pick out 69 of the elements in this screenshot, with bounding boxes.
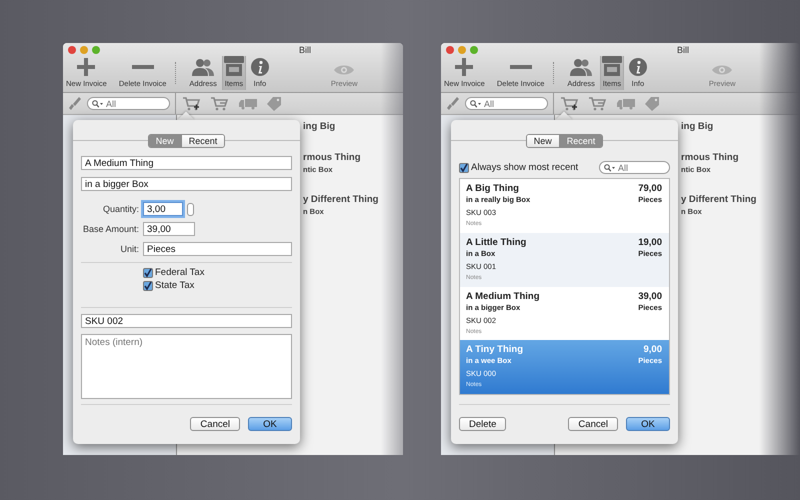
remove-from-cart-icon[interactable] [211,96,229,112]
dialog-button[interactable]: Delete [459,417,506,431]
tag-icon[interactable] [267,96,281,110]
minimize-button[interactable] [80,46,88,54]
field-label: Base Amount: [82,224,139,234]
window-title: Bill [677,45,690,55]
item-title: y Different Thing [303,194,380,205]
item-title: rmous Thing [303,152,362,163]
item-title: A Little Thing [466,236,526,248]
item-title: ing Big [681,121,714,132]
people-icon [192,58,214,76]
segment-tab[interactable]: New [526,135,559,147]
search-field[interactable]: All [465,97,548,110]
unit-field[interactable]: Pieces [143,242,292,256]
notes-field[interactable]: Notes (intern) [81,334,292,399]
add-to-cart-icon[interactable] [183,96,201,112]
close-button[interactable] [446,46,454,54]
item-price: 39,00 [638,290,662,302]
item-title: A Tiny Thing [466,344,523,356]
plus-icon [455,58,474,76]
close-button[interactable] [68,46,76,54]
segment-tab[interactable]: Recent [180,135,224,147]
field-label: Quantity: [102,204,139,214]
eye-icon [712,64,732,76]
minus-icon [132,65,154,69]
dialog-button[interactable]: Cancel [568,417,618,431]
minus-icon [510,65,532,69]
window-title: Bill [299,45,312,55]
checkbox[interactable] [143,280,153,290]
quantity-field[interactable]: 3,00 [143,202,183,216]
zoom-button[interactable] [470,46,478,54]
name-field[interactable]: A Medium Thing [81,156,292,170]
search-field[interactable]: All [599,161,670,174]
item-title: A Medium Thing [466,290,540,302]
truck-icon[interactable] [617,98,635,110]
truck-icon[interactable] [239,98,257,110]
eye-icon [334,64,354,76]
ok-button[interactable]: OK [626,417,670,431]
people-icon [570,58,592,76]
item-price: 79,00 [638,183,662,194]
stepper[interactable] [187,202,194,216]
sku-field[interactable]: SKU 002 [81,314,292,328]
checkbox[interactable] [459,162,469,172]
item-title: A Big Thing [466,183,520,194]
zoom-button[interactable] [92,46,100,54]
tag-icon[interactable] [645,96,659,110]
ok-button[interactable]: OK [248,417,292,431]
item-price: 9,00 [642,344,662,356]
checkbox-label: State Tax [155,280,194,291]
dialog-button[interactable]: Cancel [190,417,240,431]
plus-icon [77,58,96,76]
checkbox-label: Federal Tax [155,267,204,278]
item-price: 19,00 [638,236,662,248]
amount-field[interactable]: 39,00 [143,222,195,236]
item-title: ing Big [303,121,336,132]
field-label: Unit: [119,244,139,254]
item-title: rmous Thing [681,152,740,163]
store-icon [222,56,245,76]
minimize-button[interactable] [458,46,466,54]
info-icon [628,58,647,76]
checkbox-label: Always show most recent [471,162,578,173]
item-title: y Different Thing [681,194,758,205]
description-field[interactable]: in a bigger Box [81,177,292,191]
checkbox[interactable] [143,268,153,278]
remove-from-cart-icon[interactable] [589,96,607,112]
add-to-cart-icon[interactable] [561,96,579,112]
info-icon [250,58,269,76]
search-field[interactable]: All [87,97,170,110]
store-icon [600,56,623,76]
